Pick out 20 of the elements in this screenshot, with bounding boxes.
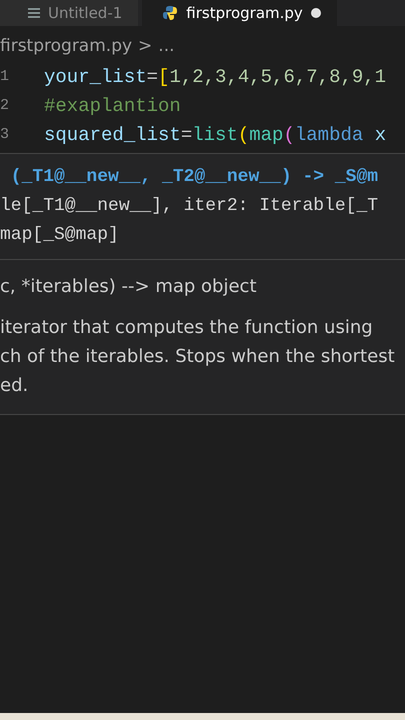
breadcrumb-trail[interactable]: ... — [158, 36, 175, 56]
menu-icon — [28, 8, 40, 18]
python-file-icon — [162, 5, 178, 21]
doc-text: iterator that computes the function using — [0, 316, 374, 340]
editor-tab[interactable]: firstprogram.py — [142, 0, 337, 26]
signature-line: le[_T1@__new__], iter2: Iterable[_T — [0, 194, 380, 218]
breadcrumb-separator: > — [138, 36, 152, 56]
line-number: 3 — [0, 126, 10, 143]
doc-text: ed. — [0, 374, 30, 398]
breadcrumb-file[interactable]: firstprogram.py — [0, 36, 132, 56]
line-number: 1 — [0, 68, 10, 85]
line-number: 2 — [0, 97, 10, 114]
editor-tab[interactable]: Untitled-1 — [0, 0, 138, 26]
doc-text: c, *iterables) --> map object — [0, 275, 258, 299]
code-line: #exaplantion — [44, 94, 181, 116]
signature-line: map[_S@map] — [0, 224, 120, 246]
code-line: squared_list=list(map(lambda x — [44, 124, 386, 146]
signature-line: (_T1@__new__, _T2@__new__) -> _S@m — [10, 166, 380, 188]
doc-text: ch of the iterables. Stops when the shortest — [0, 345, 396, 369]
code-line: your_list=[1,2,3,4,5,6,7,8,9,1 — [44, 66, 386, 88]
